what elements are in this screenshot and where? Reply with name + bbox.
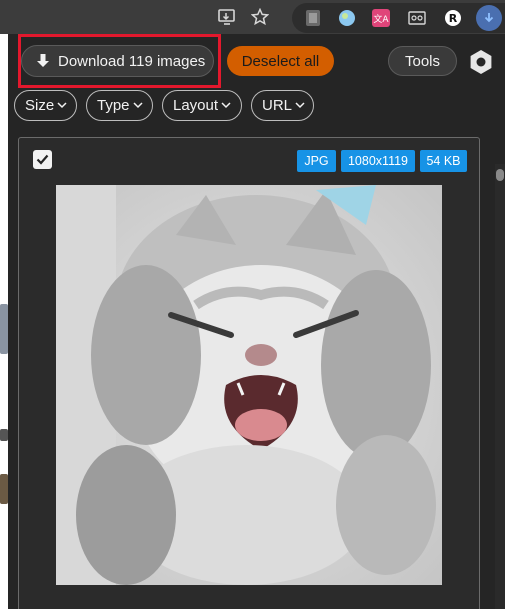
scrollbar-thumb[interactable] xyxy=(496,169,504,181)
deselect-button-label: Deselect all xyxy=(241,52,320,70)
deselect-all-button[interactable]: Deselect all xyxy=(227,46,334,76)
extensions-group: 文A R xyxy=(292,3,505,33)
type-badge: JPG xyxy=(297,150,336,172)
image-downloader-popup: Download 119 images Deselect all Tools S… xyxy=(8,34,505,609)
download-arrow-icon xyxy=(37,54,49,67)
kitten-image[interactable] xyxy=(56,185,442,585)
checkmark-icon xyxy=(36,154,49,165)
download-extension-icon[interactable] xyxy=(476,5,502,31)
translate-extension-icon[interactable]: 文A xyxy=(370,7,392,29)
download-button-label: Download 119 images xyxy=(58,52,206,70)
type-badge-label: JPG xyxy=(304,154,329,168)
r-extension-label: R xyxy=(449,12,458,25)
filter-row: Size Type Layout URL xyxy=(8,90,505,122)
background-thumbnail xyxy=(0,304,8,354)
url-filter[interactable]: URL xyxy=(251,90,314,121)
svg-text:文A: 文A xyxy=(373,13,389,25)
type-filter-label: Type xyxy=(97,97,130,114)
background-thumbnail-2 xyxy=(0,474,8,504)
dimensions-badge-label: 1080x1119 xyxy=(347,154,408,168)
action-bar: Download 119 images Deselect all Tools xyxy=(8,34,505,92)
gear-icon[interactable] xyxy=(465,46,497,78)
layout-filter-label: Layout xyxy=(173,97,219,114)
cast-icon[interactable] xyxy=(215,5,239,29)
size-filter[interactable]: Size xyxy=(14,90,77,121)
select-image-checkbox[interactable] xyxy=(33,150,52,169)
background-glyph xyxy=(0,429,8,441)
screen-capture-icon[interactable] xyxy=(406,7,428,29)
filesize-badge-label: 54 KB xyxy=(426,154,461,168)
tools-button[interactable]: Tools xyxy=(388,46,457,76)
scrollbar[interactable] xyxy=(495,164,505,609)
browser-toolbar: 文A R xyxy=(0,0,505,34)
reading-mode-icon[interactable] xyxy=(302,7,324,29)
size-filter-label: Size xyxy=(25,97,55,114)
globe-extension-icon[interactable] xyxy=(336,7,358,29)
layout-filter[interactable]: Layout xyxy=(162,90,242,121)
chevron-down-icon xyxy=(295,101,305,111)
type-filter[interactable]: Type xyxy=(86,90,153,121)
dimensions-badge: 1080x1119 xyxy=(341,150,415,172)
chevron-down-icon xyxy=(221,101,231,111)
image-card[interactable]: JPG 1080x1119 54 KB xyxy=(18,137,480,609)
bookmark-star-icon[interactable] xyxy=(248,5,272,29)
download-images-button[interactable]: Download 119 images xyxy=(21,45,214,77)
url-filter-label: URL xyxy=(262,97,293,114)
tools-button-label: Tools xyxy=(404,52,441,70)
r-extension-icon[interactable]: R xyxy=(442,7,464,29)
filesize-badge: 54 KB xyxy=(420,150,467,172)
chevron-down-icon xyxy=(57,101,67,111)
chevron-down-icon xyxy=(133,101,143,111)
